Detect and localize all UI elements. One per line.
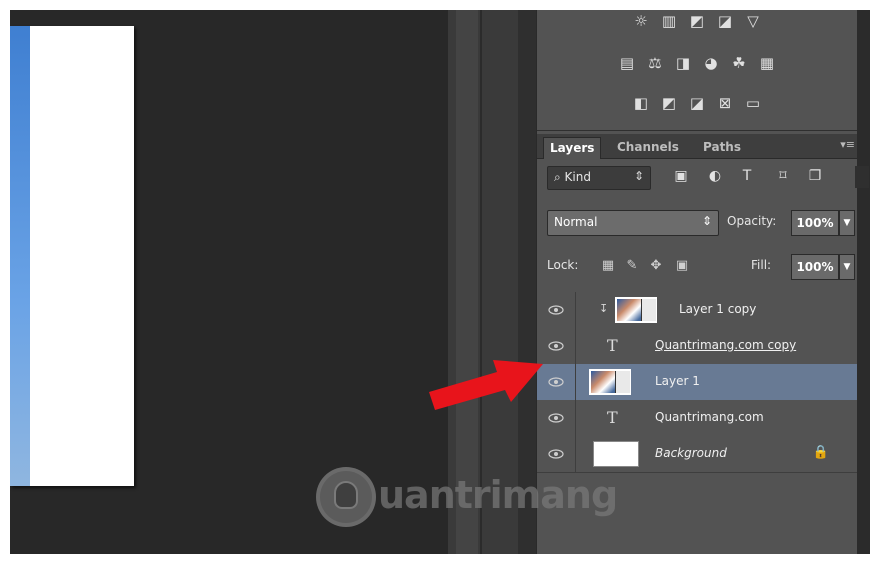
- layer-row-layer-1-copy[interactable]: ↧ Layer 1 copy: [537, 292, 857, 329]
- lock-pixels-icon[interactable]: ✎: [623, 256, 641, 274]
- filter-toggle[interactable]: [855, 166, 869, 188]
- lock-label: Lock:: [547, 258, 579, 272]
- blend-row: Normal ⇕ Opacity: 100% ▼: [537, 206, 857, 238]
- lightbulb-icon: [334, 481, 358, 509]
- adjustments-row-1: ☼ ▥ ◩ ◪ ▽: [537, 12, 857, 30]
- vibrance-icon[interactable]: ▽: [744, 12, 762, 30]
- layer-row-quantrimang-copy[interactable]: T Quantrimang.com copy: [537, 328, 857, 365]
- lock-transparency-icon[interactable]: ▦: [599, 256, 617, 274]
- tab-channels[interactable]: Channels: [611, 137, 685, 158]
- tab-paths[interactable]: Paths: [697, 137, 747, 158]
- gradient-map-icon[interactable]: ▭: [744, 94, 762, 112]
- pixel-filter-icon[interactable]: ▣: [671, 166, 691, 186]
- document-canvas[interactable]: [10, 26, 134, 486]
- visibility-eye-icon[interactable]: [537, 292, 576, 328]
- opacity-dropdown[interactable]: ▼: [839, 210, 855, 236]
- brightness-contrast-icon[interactable]: ☼: [632, 12, 650, 30]
- color-balance-icon[interactable]: ⚖: [646, 54, 664, 72]
- layer-name[interactable]: Quantrimang.com: [655, 410, 764, 424]
- photo-filter-icon[interactable]: ◕: [702, 54, 720, 72]
- curves-icon[interactable]: ◩: [688, 12, 706, 30]
- layer-name[interactable]: Background: [655, 446, 727, 460]
- layer-row-layer-1[interactable]: Layer 1: [537, 364, 857, 401]
- fill-dropdown[interactable]: ▼: [839, 254, 855, 280]
- smart-object-filter-icon[interactable]: ❐: [805, 166, 825, 186]
- opacity-label: Opacity:: [727, 214, 777, 228]
- lock-row: Lock: ▦ ✎ ✥ ▣ Fill: 100% ▼: [537, 250, 857, 282]
- shape-filter-icon[interactable]: ⌑: [773, 166, 793, 186]
- adjustment-filter-icon[interactable]: ◐: [705, 166, 725, 186]
- adjustments-row-3: ◧ ◩ ◪ ⊠ ▭: [537, 94, 857, 112]
- quantrimang-watermark: uantrimang: [318, 463, 658, 531]
- adjustments-panel: ☼ ▥ ◩ ◪ ▽ ▤ ⚖ ◨ ◕ ☘ ▦ ◧ ◩ ◪ ⊠ ▭: [537, 10, 857, 131]
- layers-panel-tabs: Layers Channels Paths ▾≡: [537, 134, 857, 159]
- right-panel-edge: [856, 10, 870, 554]
- clipping-mask-icon: ↧: [599, 302, 609, 315]
- red-arrow-annotation: [429, 360, 543, 410]
- adjustments-row-2: ▤ ⚖ ◨ ◕ ☘ ▦: [537, 54, 857, 72]
- threshold-icon[interactable]: ◪: [688, 94, 706, 112]
- blend-mode-label: Normal: [554, 215, 598, 229]
- exposure-icon[interactable]: ◪: [716, 12, 734, 30]
- layer-thumbnail: [589, 369, 631, 395]
- opacity-input[interactable]: 100%: [791, 210, 839, 236]
- channel-mixer-icon[interactable]: ☘: [730, 54, 748, 72]
- posterize-icon[interactable]: ◩: [660, 94, 678, 112]
- layer-name[interactable]: Quantrimang.com copy: [655, 338, 796, 352]
- lock-position-icon[interactable]: ✥: [647, 256, 665, 274]
- text-layer-icon: T: [607, 336, 618, 355]
- select-arrows-icon: ⇕: [633, 169, 644, 183]
- fill-label: Fill:: [751, 258, 772, 272]
- layer-thumbnail: [615, 297, 657, 323]
- hue-saturation-icon[interactable]: ▤: [618, 54, 636, 72]
- filter-kind-select[interactable]: ⌕ Kind ⇕: [547, 166, 651, 190]
- selective-color-icon[interactable]: ⊠: [716, 94, 734, 112]
- layer-row-quantrimang[interactable]: T Quantrimang.com: [537, 400, 857, 437]
- layer-name[interactable]: Layer 1: [655, 374, 700, 388]
- lock-all-icon[interactable]: ▣: [673, 256, 691, 274]
- layer-mask-thumbnail: [641, 299, 656, 321]
- fill-input[interactable]: 100%: [791, 254, 839, 280]
- watermark-text: uantrimang: [378, 473, 618, 517]
- layer-name[interactable]: Layer 1 copy: [679, 302, 756, 316]
- tab-layers[interactable]: Layers: [543, 137, 602, 159]
- panel-menu-icon[interactable]: ▾≡: [840, 138, 855, 151]
- invert-icon[interactable]: ◧: [632, 94, 650, 112]
- filter-kind-label: ⌕ Kind: [554, 170, 591, 184]
- layer-filter-row: ⌕ Kind ⇕ ▣ ◐ T ⌑ ❐: [537, 162, 869, 192]
- color-lookup-icon[interactable]: ▦: [758, 54, 776, 72]
- layer-lock-icon: 🔒: [812, 445, 829, 460]
- blend-mode-select[interactable]: Normal ⇕: [547, 210, 719, 236]
- text-layer-icon: T: [607, 408, 618, 427]
- black-white-icon[interactable]: ◨: [674, 54, 692, 72]
- select-arrows-icon: ⇕: [701, 214, 712, 228]
- document-image-edge: [10, 26, 30, 486]
- levels-icon[interactable]: ▥: [660, 12, 678, 30]
- layer-mask-thumbnail: [615, 371, 630, 393]
- type-filter-icon[interactable]: T: [737, 166, 757, 186]
